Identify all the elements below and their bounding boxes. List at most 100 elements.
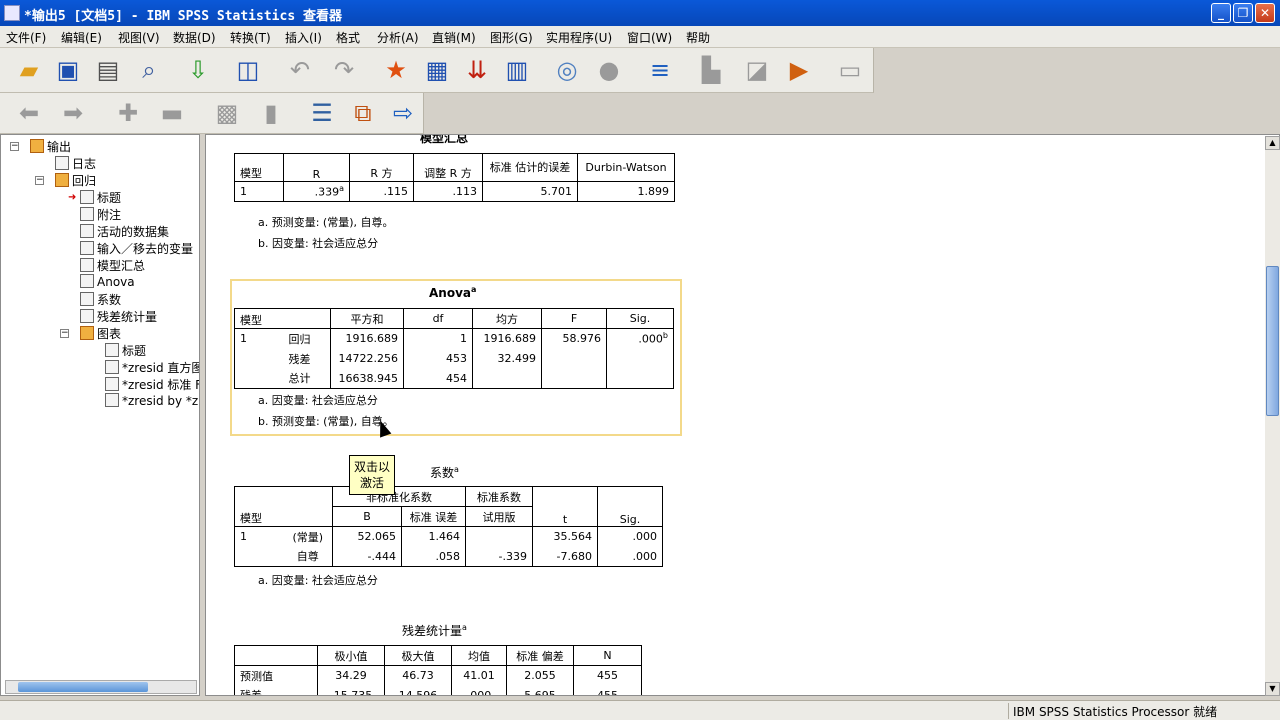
menu-analyze[interactable]: 分析(A)	[377, 29, 419, 46]
collapse-root-icon[interactable]: −	[10, 142, 19, 151]
cell-source: 总计	[283, 368, 331, 389]
residuals-table[interactable]: 极小值 极大值 均值 标准 偏差 N 预测值 34.29 46.73 41.01…	[234, 645, 642, 695]
restore-button[interactable]: ❐	[1233, 3, 1253, 23]
tree-charts[interactable]: 图表	[80, 325, 121, 342]
value-labels-icon[interactable]: ▶	[782, 53, 816, 87]
designate-window-icon[interactable]: ▭	[833, 53, 867, 87]
book-icon	[30, 139, 44, 153]
menu-help[interactable]: 帮助	[686, 29, 710, 46]
circles-icon[interactable]: ◎	[550, 53, 584, 87]
text-icon	[80, 224, 94, 238]
cell-model: 1	[234, 526, 284, 547]
select-cases-icon[interactable]: ◪	[740, 53, 774, 87]
minimize-button[interactable]: _	[1211, 3, 1231, 23]
header-std-error: 标准 估计的误差	[482, 153, 578, 182]
model-summary-note-b: b. 因变量: 社会适应总分	[258, 237, 379, 250]
expand-icon[interactable]: ✚	[111, 96, 145, 130]
tree-item-active-dataset[interactable]: 活动的数据集	[80, 223, 169, 240]
model-summary-table[interactable]: 模型 R R 方 调整 R 方 标准 估计的误差 Durbin-Watson 1…	[234, 153, 675, 202]
header-df: df	[403, 308, 473, 329]
scroll-up-icon[interactable]: ▲	[1265, 136, 1280, 150]
tree-chart-scatter[interactable]: *zresid by *zp	[105, 393, 199, 408]
hide-icon[interactable]: ▮	[254, 96, 288, 130]
forward-icon[interactable]: ➡	[56, 96, 90, 130]
menu-utilities[interactable]: 实用程序(U)	[546, 29, 612, 46]
insert-cases-icon[interactable]: ▥	[500, 53, 534, 87]
header-standardized: 标准系数	[465, 486, 533, 507]
tree-root[interactable]: 输出	[30, 138, 71, 155]
tree-item-residual-stats[interactable]: 残差统计量	[80, 308, 157, 325]
menu-transform[interactable]: 转换(T)	[230, 29, 271, 46]
tree-chart-histogram[interactable]: *zresid 直方图	[105, 359, 199, 376]
undo-icon[interactable]: ↶	[283, 53, 317, 87]
insert-text-icon[interactable]: ⇨	[386, 96, 420, 130]
tree-item-title[interactable]: 标题	[80, 189, 121, 206]
menu-data[interactable]: 数据(D)	[173, 29, 216, 46]
merge-icon[interactable]: ●	[592, 53, 626, 87]
tree-item-coefficients[interactable]: 系数	[80, 291, 121, 308]
table-icon	[80, 258, 94, 272]
menu-edit[interactable]: 编辑(E)	[61, 29, 102, 46]
scroll-down-icon[interactable]: ▼	[1265, 682, 1280, 696]
coefficients-title: 系数a	[430, 465, 459, 480]
anova-table[interactable]: 模型 平方和 df 均方 F Sig. 1 回归 1916.689 1 1916…	[234, 308, 674, 389]
menu-direct-marketing[interactable]: 直销(M)	[432, 29, 476, 46]
split-file-icon[interactable]: ≡	[643, 53, 677, 87]
menu-window[interactable]: 窗口(W)	[627, 29, 672, 46]
book-icon	[55, 173, 69, 187]
cell-max: 14.596	[384, 685, 452, 695]
tree-chart-pp-plot[interactable]: *zresid 标准 F	[105, 376, 199, 393]
print-preview-icon[interactable]: ⌕	[132, 53, 166, 87]
tree-item-notes[interactable]: 附注	[80, 206, 121, 223]
header-r-square: R 方	[349, 153, 414, 182]
save-icon[interactable]: ▣	[51, 53, 85, 87]
header-adj-r-square: 调整 R 方	[413, 153, 483, 182]
variables-icon[interactable]: ⇊	[460, 53, 494, 87]
tree-item-model-summary[interactable]: 模型汇总	[80, 257, 145, 274]
menu-graphs[interactable]: 图形(G)	[490, 29, 533, 46]
print-icon[interactable]: ▤	[91, 53, 125, 87]
cell-min: -15.735	[317, 685, 385, 695]
scroll-thumb[interactable]	[18, 682, 148, 692]
anova-note-b: b. 预测变量: (常量), 自尊。	[258, 415, 394, 428]
coefficients-table[interactable]: 模型 非标准化系数 标准系数 t Sig. B 标准 误差 试用版 1 (常量)…	[234, 486, 663, 567]
insert-title-icon[interactable]: ⧉	[346, 96, 380, 130]
recall-dialog-icon[interactable]: ◫	[231, 53, 265, 87]
menu-format[interactable]: 格式	[336, 29, 360, 46]
cell-std-dev: 5.695	[506, 685, 574, 695]
menu-bar: 文件(F) 编辑(E) 视图(V) 数据(D) 转换(T) 插入(I) 格式 分…	[0, 26, 1280, 48]
back-icon[interactable]: ⬅	[12, 96, 46, 130]
collapse-icon[interactable]: ▬	[155, 96, 189, 130]
tree-chart-title[interactable]: 标题	[105, 342, 146, 359]
collapse-charts-icon[interactable]: −	[60, 329, 69, 338]
header-r: R	[283, 153, 350, 182]
goto-case-icon[interactable]: ★	[379, 53, 413, 87]
export-icon[interactable]: ⇩	[181, 53, 215, 87]
tree-item-variables-entered[interactable]: 输入／移去的变量	[80, 240, 193, 257]
cell-model: 1	[234, 181, 284, 202]
chart-icon	[105, 377, 119, 391]
menu-view[interactable]: 视图(V)	[118, 29, 160, 46]
tree-log[interactable]: 日志	[55, 155, 96, 172]
menu-insert[interactable]: 插入(I)	[285, 29, 322, 46]
horizontal-scrollbar[interactable]	[5, 680, 197, 694]
weight-cases-icon[interactable]: ▙	[694, 53, 728, 87]
collapse-regression-icon[interactable]: −	[35, 176, 44, 185]
menu-file[interactable]: 文件(F)	[6, 29, 46, 46]
close-button[interactable]: ✕	[1255, 3, 1275, 23]
tree-item-anova[interactable]: Anova	[80, 274, 135, 289]
status-bar: IBM SPSS Statistics Processor 就绪	[0, 700, 1280, 720]
table-icon	[80, 309, 94, 323]
header-std-error: 标准 误差	[401, 506, 466, 527]
open-icon[interactable]: ▰	[12, 53, 46, 87]
vertical-scrollbar[interactable]: ▲ ▼	[1265, 136, 1280, 696]
redo-icon[interactable]: ↷	[327, 53, 361, 87]
cell-f	[541, 348, 607, 369]
tree-regression[interactable]: 回归	[55, 172, 96, 189]
cell-std-error: .058	[401, 546, 466, 567]
insert-heading-icon[interactable]: ☰	[305, 96, 339, 130]
cell-label: 残差	[234, 685, 318, 695]
goto-variable-icon[interactable]: ▦	[420, 53, 454, 87]
show-icon[interactable]: ▩	[210, 96, 244, 130]
scroll-thumb[interactable]	[1266, 266, 1279, 416]
